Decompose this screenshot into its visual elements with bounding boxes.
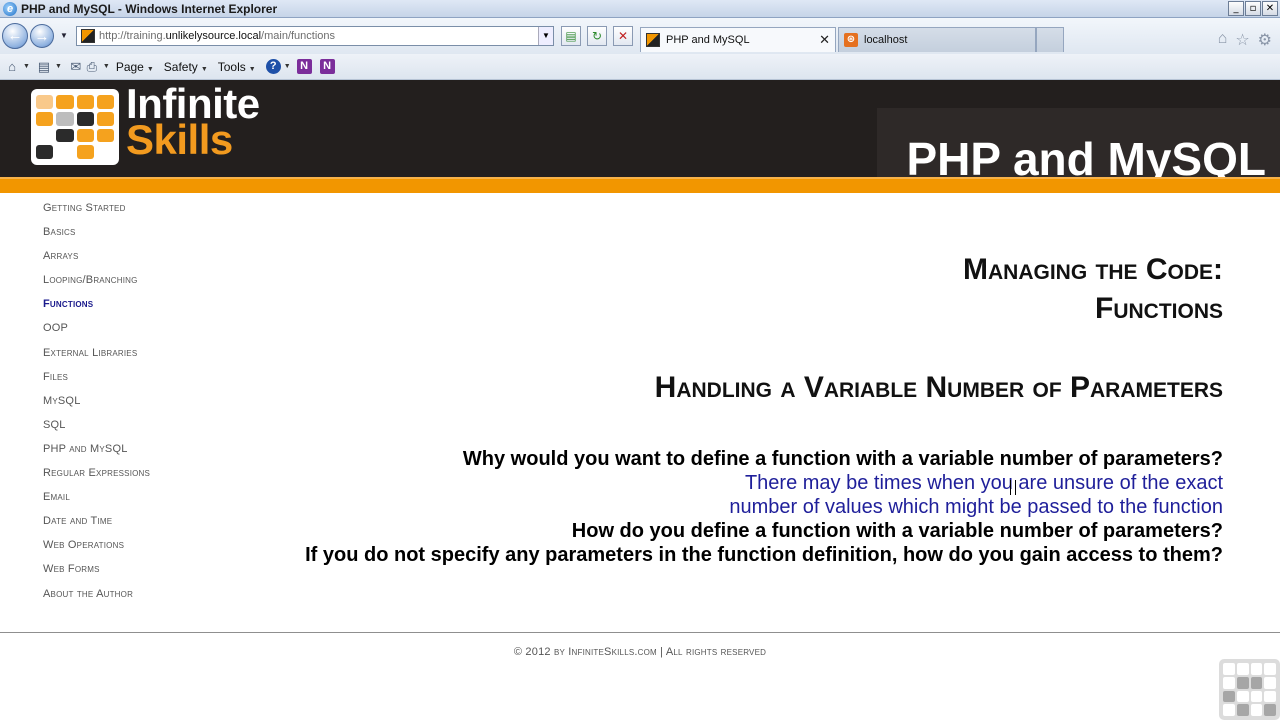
settings-gear-icon[interactable]: ⚙ bbox=[1258, 30, 1272, 50]
mail-icon[interactable]: ✉ bbox=[68, 59, 84, 75]
logo-wordmark: Infinite Skills bbox=[126, 83, 260, 163]
section-heading: Handling a Variable Number of Parameters bbox=[654, 371, 1223, 404]
browser-right-icons: ⌂ ☆ ⚙ bbox=[1218, 30, 1272, 50]
sidebar-item-sql[interactable]: SQL bbox=[43, 418, 213, 442]
sidebar-item-about-the-author[interactable]: About the Author bbox=[43, 587, 213, 611]
chevron-down-icon: ▼ bbox=[146, 65, 154, 73]
xampp-favicon-icon: ⊛ bbox=[844, 33, 858, 47]
back-arrow-icon: ← bbox=[7, 27, 23, 44]
question-line: If you do not specify any parameters in … bbox=[305, 544, 1223, 566]
text-cursor-icon bbox=[1010, 480, 1016, 495]
tools-menu[interactable]: Tools ▼ bbox=[218, 60, 256, 74]
sidebar-item-web-forms[interactable]: Web Forms bbox=[43, 562, 213, 586]
minimize-button[interactable]: _ bbox=[1228, 1, 1244, 16]
refresh-icon: ↻ bbox=[591, 29, 603, 43]
tools-menu-label: Tools bbox=[217, 59, 246, 74]
refresh-button[interactable]: ↻ bbox=[587, 26, 607, 46]
chevron-down-icon[interactable]: ▼ bbox=[23, 63, 30, 70]
address-url[interactable]: http://training.unlikelysource.local/mai… bbox=[99, 30, 335, 42]
compatibility-view-button[interactable]: ▤ bbox=[561, 26, 581, 46]
sidebar-item-regular-expressions[interactable]: Regular Expressions bbox=[43, 466, 213, 490]
window-controls: _ ▫ ✕ bbox=[1228, 1, 1278, 16]
chevron-down-icon[interactable]: ▼ bbox=[55, 63, 62, 70]
tab-label: PHP and MySQL bbox=[666, 34, 750, 46]
sidebar-item-php-and-mysql[interactable]: PHP and MySQL bbox=[43, 442, 213, 466]
forward-button[interactable]: → bbox=[30, 24, 54, 48]
chevron-down-icon[interactable]: ▼ bbox=[103, 63, 110, 70]
main-content: Managing the Code: Functions Handling a … bbox=[220, 250, 1223, 567]
address-bar[interactable]: http://training.unlikelysource.local/mai… bbox=[76, 26, 554, 46]
safety-menu-label: Safety bbox=[163, 59, 198, 74]
tab-php-and-mysql[interactable]: PHP and MySQL ✕ bbox=[640, 27, 836, 52]
stop-icon: ✕ bbox=[617, 29, 629, 43]
sidebar-item-web-operations[interactable]: Web Operations bbox=[43, 538, 213, 562]
url-path: /main/functions bbox=[261, 30, 336, 42]
tab-label: localhost bbox=[864, 34, 908, 46]
stop-button[interactable]: ✕ bbox=[613, 26, 633, 46]
site-favicon-icon bbox=[646, 33, 660, 47]
site-header: Infinite Skills PHP and MySQL bbox=[0, 80, 1280, 185]
home-icon[interactable]: ⌂ bbox=[4, 59, 20, 75]
sidebar-item-email[interactable]: Email bbox=[43, 490, 213, 514]
footer-copyright: © 2012 by InfiniteSkills.com | All right… bbox=[513, 646, 767, 658]
help-icon[interactable]: ? bbox=[265, 59, 281, 74]
sidebar-item-oop[interactable]: OOP bbox=[43, 321, 213, 345]
sidebar-item-functions[interactable]: Functions bbox=[43, 297, 213, 321]
sidebar-item-date-and-time[interactable]: Date and Time bbox=[43, 514, 213, 538]
page-title-line1: Managing the Code: bbox=[963, 253, 1223, 286]
address-dropdown-icon[interactable]: ▼ bbox=[538, 27, 553, 45]
sidebar-item-basics[interactable]: Basics bbox=[43, 225, 213, 249]
footer-divider bbox=[0, 632, 1280, 633]
onenote-icon[interactable]: N bbox=[296, 59, 312, 74]
favorites-star-icon[interactable]: ☆ bbox=[1235, 30, 1249, 50]
sidebar-item-files[interactable]: Files bbox=[43, 370, 213, 394]
page-title: Managing the Code: Functions bbox=[220, 250, 1223, 328]
qa-block: Why would you want to define a function … bbox=[220, 447, 1223, 567]
question-line: How do you define a function with a vari… bbox=[571, 520, 1223, 542]
url-prefix: http://training. bbox=[99, 30, 166, 42]
compatibility-icon: ▤ bbox=[565, 29, 577, 43]
new-tab-button[interactable] bbox=[1036, 27, 1064, 52]
chevron-down-icon[interactable]: ▼ bbox=[284, 63, 291, 70]
safety-menu[interactable]: Safety ▼ bbox=[164, 60, 208, 74]
forward-arrow-icon: → bbox=[34, 28, 50, 45]
infinite-skills-logo-icon bbox=[31, 89, 119, 165]
sidebar-item-external-libraries[interactable]: External Libraries bbox=[43, 346, 213, 370]
home-icon[interactable]: ⌂ bbox=[1218, 30, 1228, 50]
back-button[interactable]: ← bbox=[2, 23, 28, 49]
browser-navbar: ← → ▼ http://training.unlikelysource.loc… bbox=[0, 18, 1280, 54]
site-favicon-icon bbox=[81, 29, 95, 43]
page-menu-label: Page bbox=[115, 59, 144, 74]
internet-explorer-icon: e bbox=[3, 1, 17, 16]
window-title: PHP and MySQL - Windows Internet Explore… bbox=[21, 1, 278, 16]
question-line: Why would you want to define a function … bbox=[462, 448, 1223, 470]
page-title-line2: Functions bbox=[1095, 292, 1223, 325]
command-bar: ⌂ ▼ ▤ ▼ ✉ ⎙ ▼ Page ▼ Safety ▼ Tools ▼ ? ▼ N… bbox=[0, 54, 1280, 80]
sidebar-item-mysql[interactable]: MySQL bbox=[43, 394, 213, 418]
restore-button[interactable]: ▫ bbox=[1245, 1, 1261, 16]
onenote-linked-icon[interactable]: N bbox=[319, 59, 335, 74]
answer-line: number of values which might be passed t… bbox=[729, 496, 1223, 518]
close-window-button[interactable]: ✕ bbox=[1262, 1, 1278, 16]
logo-line-skills: Skills bbox=[126, 116, 233, 163]
chevron-down-icon: ▼ bbox=[200, 65, 208, 73]
page-menu[interactable]: Page ▼ bbox=[116, 60, 154, 74]
sidebar-item-arrays[interactable]: Arrays bbox=[43, 249, 213, 273]
infinite-skills-watermark-icon bbox=[1219, 659, 1280, 720]
recent-pages-dropdown[interactable]: ▼ bbox=[60, 31, 68, 40]
tab-localhost[interactable]: ⊛ localhost bbox=[838, 27, 1036, 52]
url-domain: unlikelysource.local bbox=[165, 30, 262, 42]
answer-line: There may be times when you are unsure o… bbox=[744, 472, 1223, 494]
print-icon[interactable]: ⎙ bbox=[84, 59, 100, 75]
chevron-down-icon: ▼ bbox=[248, 65, 256, 73]
rss-feed-icon[interactable]: ▤ bbox=[36, 59, 52, 75]
sidebar-item-getting-started[interactable]: Getting Started bbox=[43, 201, 213, 225]
sidebar-item-looping-branching[interactable]: Looping/Branching bbox=[43, 273, 213, 297]
sidebar-nav: Getting Started Basics Arrays Looping/Br… bbox=[43, 201, 213, 611]
window-titlebar: e PHP and MySQL - Windows Internet Explo… bbox=[0, 0, 1280, 18]
header-stripe bbox=[0, 177, 1280, 193]
tab-close-icon[interactable]: ✕ bbox=[819, 32, 830, 48]
